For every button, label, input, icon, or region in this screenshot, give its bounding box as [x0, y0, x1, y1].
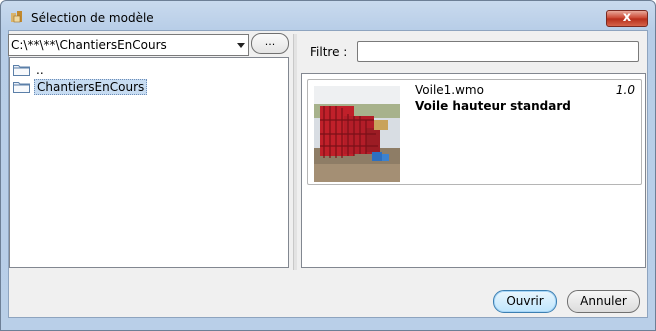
open-button[interactable]: Ouvrir: [493, 290, 557, 313]
close-icon: x: [622, 10, 632, 25]
window-title: Sélection de modèle: [31, 11, 154, 25]
filter-label: Filtre :: [310, 45, 348, 59]
model-card[interactable]: Voile1.wmo 1.0 Voile hauteur standard: [307, 79, 642, 185]
browse-button[interactable]: ...: [251, 33, 289, 54]
close-button[interactable]: x: [606, 10, 648, 27]
path-combobox[interactable]: C:\**\**\ChantiersEnCours: [8, 34, 249, 56]
dialog-window: Sélection de modèle x C:\**\**\Chantiers…: [0, 0, 656, 331]
model-title: Voile hauteur standard: [415, 99, 571, 113]
tree-item-label: ..: [36, 63, 44, 77]
path-value: C:\**\**\ChantiersEnCours: [11, 38, 167, 52]
folder-tree[interactable]: .. ChantiersEnCours: [9, 57, 289, 268]
model-file-name: Voile1.wmo: [415, 83, 484, 97]
app-icon: [11, 11, 22, 23]
model-list[interactable]: Voile1.wmo 1.0 Voile hauteur standard: [301, 73, 646, 268]
model-thumbnail: [314, 86, 400, 182]
folder-icon: [13, 82, 30, 93]
pane-splitter[interactable]: [293, 34, 297, 270]
tree-item-label: ChantiersEnCours: [34, 79, 148, 95]
filter-input[interactable]: [357, 41, 639, 62]
cancel-button[interactable]: Annuler: [567, 290, 640, 313]
chevron-down-icon[interactable]: [234, 35, 248, 55]
model-version: 1.0: [615, 83, 635, 97]
folder-icon: [13, 65, 30, 76]
